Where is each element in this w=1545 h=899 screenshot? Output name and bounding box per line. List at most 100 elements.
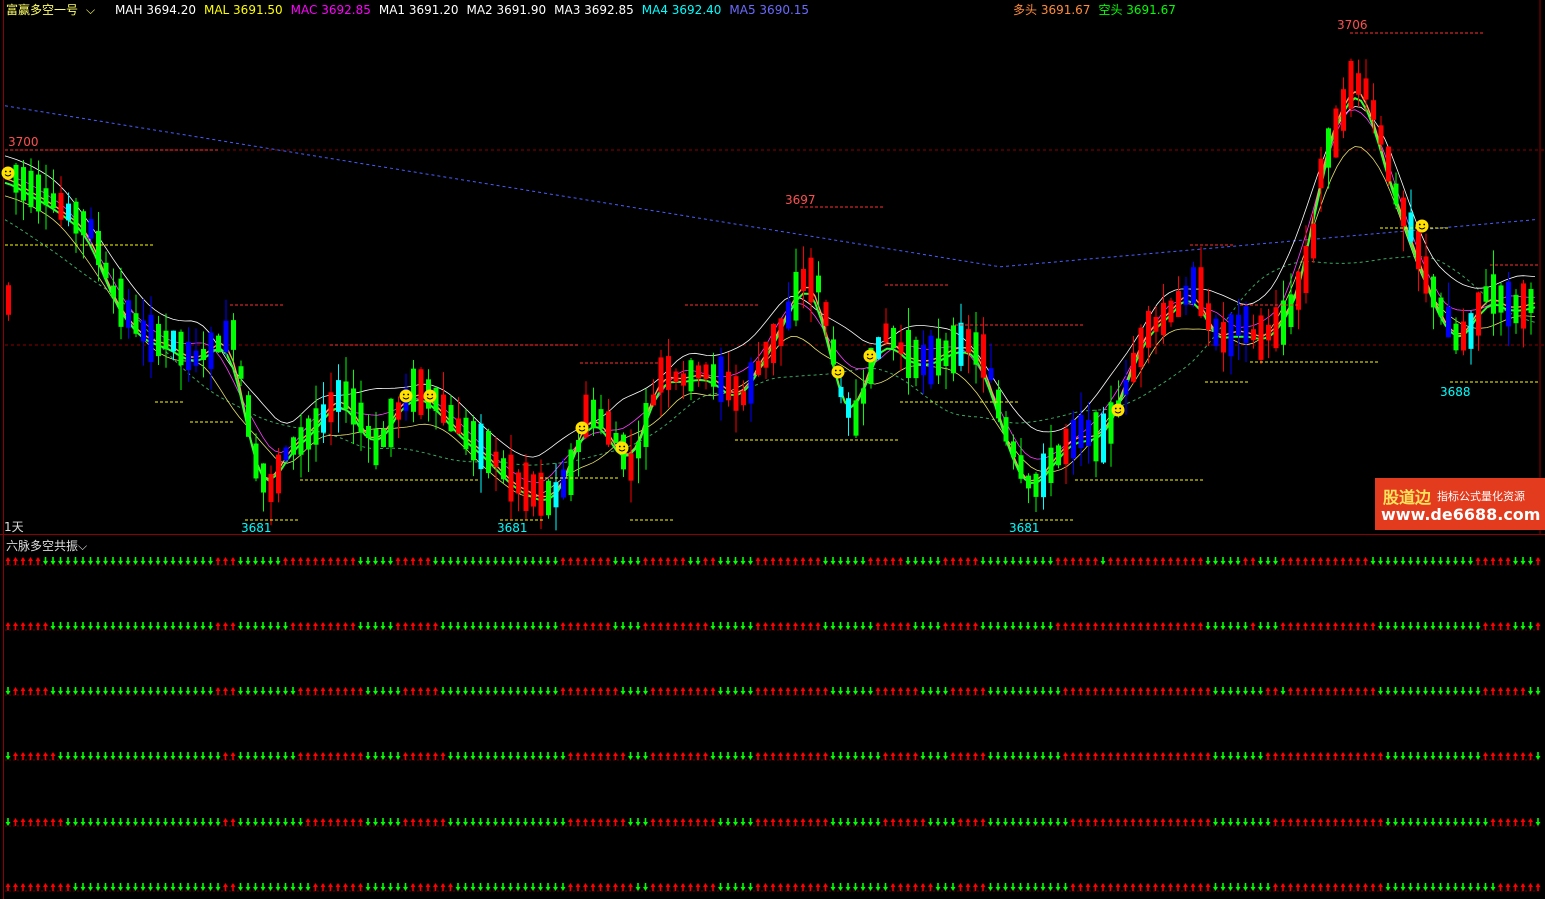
smiley-face xyxy=(423,389,437,403)
arrow-down-icon xyxy=(733,883,738,891)
arrow-up-icon xyxy=(793,557,798,565)
arrow-down-icon xyxy=(1235,752,1241,760)
arrow-down-icon xyxy=(1033,557,1038,565)
arrow-up-icon xyxy=(1535,883,1541,891)
arrow-up-icon xyxy=(328,883,333,891)
candlestick-chart[interactable]: 3706 3700 3697 3681 3681 3681 3688 xyxy=(0,0,1545,534)
arrow-up-icon xyxy=(1198,818,1203,826)
arrow-down-icon xyxy=(185,818,191,826)
candle-body xyxy=(628,453,634,481)
arrow-up-icon xyxy=(1160,752,1166,760)
arrow-down-icon xyxy=(95,883,101,891)
arrow-up-icon xyxy=(973,622,978,630)
arrow-up-icon xyxy=(755,818,761,826)
candle-body xyxy=(1513,294,1519,324)
arrow-up-icon xyxy=(793,687,798,695)
arrow-down-icon xyxy=(995,687,1001,695)
arrow-up-icon xyxy=(1168,687,1173,695)
arrow-up-icon xyxy=(1205,883,1211,891)
arrow-up-icon xyxy=(13,883,18,891)
arrow-down-icon xyxy=(1250,687,1256,695)
arrow-up-icon xyxy=(1295,622,1301,630)
arrow-up-icon xyxy=(1078,752,1083,760)
arrow-down-icon xyxy=(1048,557,1053,565)
arrow-down-icon xyxy=(478,818,483,826)
arrow-up-icon xyxy=(605,818,611,826)
arrow-up-icon xyxy=(1498,818,1503,826)
candle-body xyxy=(1161,302,1166,336)
arrow-up-icon xyxy=(1288,687,1293,695)
arrow-down-icon xyxy=(103,818,108,826)
arrow-up-icon xyxy=(283,557,288,565)
arrow-up-icon xyxy=(688,687,693,695)
arrow-down-icon xyxy=(133,557,138,565)
main-indicator-name[interactable]: 富赢多空一号 ⌵ xyxy=(6,3,107,17)
arrow-down-icon xyxy=(830,883,836,891)
candle-body xyxy=(411,368,416,412)
candle-body xyxy=(1056,445,1061,466)
arrow-up-icon xyxy=(620,818,626,826)
candle-body xyxy=(613,432,619,444)
smiley-signal-icon xyxy=(423,389,437,403)
arrow-up-icon xyxy=(1340,752,1346,760)
arrow-up-icon xyxy=(763,557,768,565)
arrow-down-icon xyxy=(545,687,551,695)
arrow-down-icon xyxy=(845,557,851,565)
arrow-up-icon xyxy=(965,687,971,695)
candle-body xyxy=(1138,327,1144,367)
arrow-down-icon xyxy=(500,752,506,760)
arrow-down-icon xyxy=(1213,818,1218,826)
candle-body xyxy=(1078,414,1084,449)
arrow-down-icon xyxy=(88,687,93,695)
arrow-down-icon xyxy=(1220,752,1226,760)
arrow-down-icon xyxy=(140,883,146,891)
arrow-up-icon xyxy=(350,622,356,630)
arrow-up-icon xyxy=(313,687,318,695)
arrow-up-icon xyxy=(350,687,356,695)
arrow-up-icon xyxy=(1055,557,1061,565)
arrow-down-icon xyxy=(740,687,746,695)
candle-body xyxy=(658,357,664,393)
candle-body xyxy=(396,402,401,420)
arrow-down-icon xyxy=(500,687,506,695)
arrow-down-icon xyxy=(1250,883,1256,891)
arrow-down-icon xyxy=(125,557,131,565)
arrow-up-icon xyxy=(328,818,333,826)
arrow-up-icon xyxy=(890,622,896,630)
arrow-up-icon xyxy=(1115,883,1121,891)
arrow-down-icon xyxy=(125,687,131,695)
arrow-up-icon xyxy=(1340,818,1346,826)
arrow-down-icon xyxy=(1453,883,1458,891)
arrow-down-icon xyxy=(80,622,86,630)
candle-body xyxy=(673,371,679,383)
arrow-up-icon xyxy=(1363,752,1368,760)
arrow-up-icon xyxy=(658,557,663,565)
candle-body xyxy=(1416,230,1421,270)
sub-chart-panel[interactable] xyxy=(0,535,1545,899)
candle-body xyxy=(238,366,244,379)
arrow-down-icon xyxy=(740,818,746,826)
arrow-up-icon xyxy=(1115,622,1121,630)
arrow-up-icon xyxy=(1100,622,1106,630)
arrow-down-icon xyxy=(140,622,146,630)
arrow-down-icon xyxy=(935,557,941,565)
arrow-up-icon xyxy=(1153,622,1158,630)
arrow-up-icon xyxy=(1190,752,1196,760)
arrow-up-icon xyxy=(1070,818,1076,826)
arrow-up-icon xyxy=(650,557,656,565)
arrow-up-icon xyxy=(560,687,566,695)
chevron-down-icon[interactable]: ⌵ xyxy=(86,3,95,17)
arrow-down-icon xyxy=(943,883,948,891)
arrow-up-icon xyxy=(1093,557,1098,565)
arrow-up-icon xyxy=(1138,818,1143,826)
candle-body xyxy=(711,364,716,387)
candle-body xyxy=(1093,412,1099,462)
arrow-down-icon xyxy=(253,752,258,760)
arrow-down-icon xyxy=(1033,622,1038,630)
arrow-down-icon xyxy=(515,557,521,565)
arrow-up-icon xyxy=(1078,687,1083,695)
arrow-down-icon xyxy=(1393,752,1398,760)
arrow-down-icon xyxy=(733,557,738,565)
main-chart-panel[interactable]: 3706 3700 3697 3681 3681 3681 3688 富赢多空一号 ⌵ MAH… xyxy=(0,0,1545,534)
price-label: 3697 xyxy=(785,193,816,207)
